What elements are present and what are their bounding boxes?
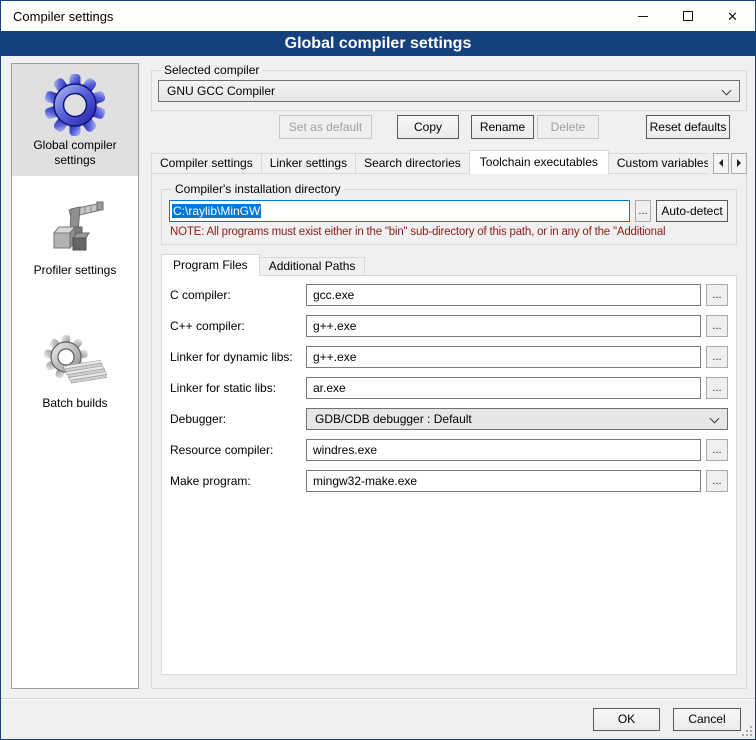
c-compiler-label: C compiler: <box>170 288 306 302</box>
gear-stack-icon <box>14 328 136 396</box>
debugger-select[interactable]: GDB/CDB debugger : Default <box>306 408 728 430</box>
form-row-cpp-compiler: C++ compiler: ... <box>170 315 728 337</box>
installation-directory-input[interactable]: C:\raylib\MinGW <box>169 200 630 222</box>
subtab-program-files[interactable]: Program Files <box>161 254 260 276</box>
sidebar-item-label: Global compiler settings <box>14 138 136 168</box>
caliper-blocks-icon <box>14 195 136 263</box>
compiler-action-row: Set as default Copy Rename Delete Reset … <box>151 115 747 139</box>
cpp-compiler-browse-button[interactable]: ... <box>706 315 728 337</box>
compiler-select-value: GNU GCC Compiler <box>167 84 275 98</box>
program-files-panel: C compiler: ... C++ compiler: ... Linker… <box>161 275 737 675</box>
form-row-static-linker: Linker for static libs: ... <box>170 377 728 399</box>
copy-button[interactable]: Copy <box>397 115 459 139</box>
form-row-make-program: Make program: ... <box>170 470 728 492</box>
close-icon: ✕ <box>727 10 738 23</box>
arrow-left-icon <box>719 159 723 167</box>
selected-path-text: C:\raylib\MinGW <box>172 204 261 218</box>
form-row-c-compiler: C compiler: ... <box>170 284 728 306</box>
chevron-down-icon <box>722 86 732 96</box>
sidebar-item-profiler-settings[interactable]: Profiler settings <box>12 189 138 286</box>
toolchain-executables-panel: Compiler's installation directory C:\ray… <box>151 173 747 689</box>
sidebar-item-batch-builds[interactable]: Batch builds <box>12 322 138 419</box>
sidebar-item-global-compiler-settings[interactable]: Global compiler settings <box>12 64 138 176</box>
tab-scroll-right-button[interactable] <box>731 153 747 174</box>
browse-directory-button[interactable]: ... <box>635 200 651 222</box>
tab-scroll-left-button[interactable] <box>713 153 729 174</box>
sidebar-item-label: Batch builds <box>14 396 136 411</box>
minimize-icon <box>638 16 648 17</box>
page-title: Global compiler settings <box>1 31 755 56</box>
toolchain-subtabs: Program Files Additional Paths <box>161 254 737 276</box>
blue-gear-icon <box>14 70 136 138</box>
caption-buttons: ✕ <box>620 1 755 31</box>
static-linker-browse-button[interactable]: ... <box>706 377 728 399</box>
main-panel: Selected compiler GNU GCC Compiler Set a… <box>151 63 747 689</box>
subtab-additional-paths[interactable]: Additional Paths <box>259 257 366 276</box>
reset-defaults-button[interactable]: Reset defaults <box>646 115 730 139</box>
minimize-button[interactable] <box>620 1 665 31</box>
tab-scroll-buttons <box>708 152 747 174</box>
form-row-resource-compiler: Resource compiler: ... <box>170 439 728 461</box>
arrow-right-icon <box>737 159 741 167</box>
tab-linker-settings[interactable]: Linker settings <box>261 153 356 174</box>
resource-compiler-label: Resource compiler: <box>170 443 306 457</box>
auto-detect-button[interactable]: Auto-detect <box>656 200 728 222</box>
window-title: Compiler settings <box>1 9 620 24</box>
cancel-button[interactable]: Cancel <box>673 708 741 731</box>
debugger-label: Debugger: <box>170 412 306 426</box>
chevron-down-icon <box>710 414 720 424</box>
form-row-debugger: Debugger: GDB/CDB debugger : Default <box>170 408 728 430</box>
ok-button[interactable]: OK <box>593 708 660 731</box>
cpp-compiler-label: C++ compiler: <box>170 319 306 333</box>
debugger-select-value: GDB/CDB debugger : Default <box>315 412 472 426</box>
compiler-settings-dialog: Compiler settings ✕ Global compiler sett… <box>0 0 756 740</box>
c-compiler-input[interactable] <box>306 284 701 306</box>
settings-category-list: Global compiler settings <box>11 63 139 689</box>
tab-search-directories[interactable]: Search directories <box>355 153 470 174</box>
form-row-dynamic-linker: Linker for dynamic libs: ... <box>170 346 728 368</box>
resource-compiler-browse-button[interactable]: ... <box>706 439 728 461</box>
tab-compiler-settings[interactable]: Compiler settings <box>151 153 262 174</box>
titlebar[interactable]: Compiler settings ✕ <box>1 1 755 31</box>
make-program-input[interactable] <box>306 470 701 492</box>
resource-compiler-input[interactable] <box>306 439 701 461</box>
installation-directory-group: Compiler's installation directory C:\ray… <box>161 182 737 245</box>
make-program-browse-button[interactable]: ... <box>706 470 728 492</box>
rename-button[interactable]: Rename <box>471 115 534 139</box>
compiler-select[interactable]: GNU GCC Compiler <box>158 80 740 102</box>
sidebar-item-label: Profiler settings <box>14 263 136 278</box>
dynamic-linker-input[interactable] <box>306 346 701 368</box>
dialog-footer: OK Cancel <box>1 698 755 739</box>
dynamic-linker-browse-button[interactable]: ... <box>706 346 728 368</box>
selected-compiler-legend: Selected compiler <box>161 63 262 77</box>
static-linker-label: Linker for static libs: <box>170 381 306 395</box>
installation-directory-legend: Compiler's installation directory <box>172 182 344 196</box>
selected-compiler-group: Selected compiler GNU GCC Compiler <box>151 63 747 111</box>
static-linker-input[interactable] <box>306 377 701 399</box>
cpp-compiler-input[interactable] <box>306 315 701 337</box>
set-as-default-button[interactable]: Set as default <box>279 115 372 139</box>
c-compiler-browse-button[interactable]: ... <box>706 284 728 306</box>
close-button[interactable]: ✕ <box>710 1 755 31</box>
settings-tabstrip: Compiler settings Linker settings Search… <box>151 150 747 174</box>
maximize-button[interactable] <box>665 1 710 31</box>
tab-toolchain-executables[interactable]: Toolchain executables <box>469 150 609 174</box>
maximize-icon <box>683 11 693 21</box>
tab-custom-variables[interactable]: Custom variables <box>608 153 719 174</box>
dialog-body: Global compiler settings <box>1 56 755 689</box>
delete-button[interactable]: Delete <box>537 115 599 139</box>
dynamic-linker-label: Linker for dynamic libs: <box>170 350 306 364</box>
note-text: NOTE: All programs must exist either in … <box>170 226 727 238</box>
make-program-label: Make program: <box>170 474 306 488</box>
resize-grip-icon[interactable] <box>742 726 753 737</box>
